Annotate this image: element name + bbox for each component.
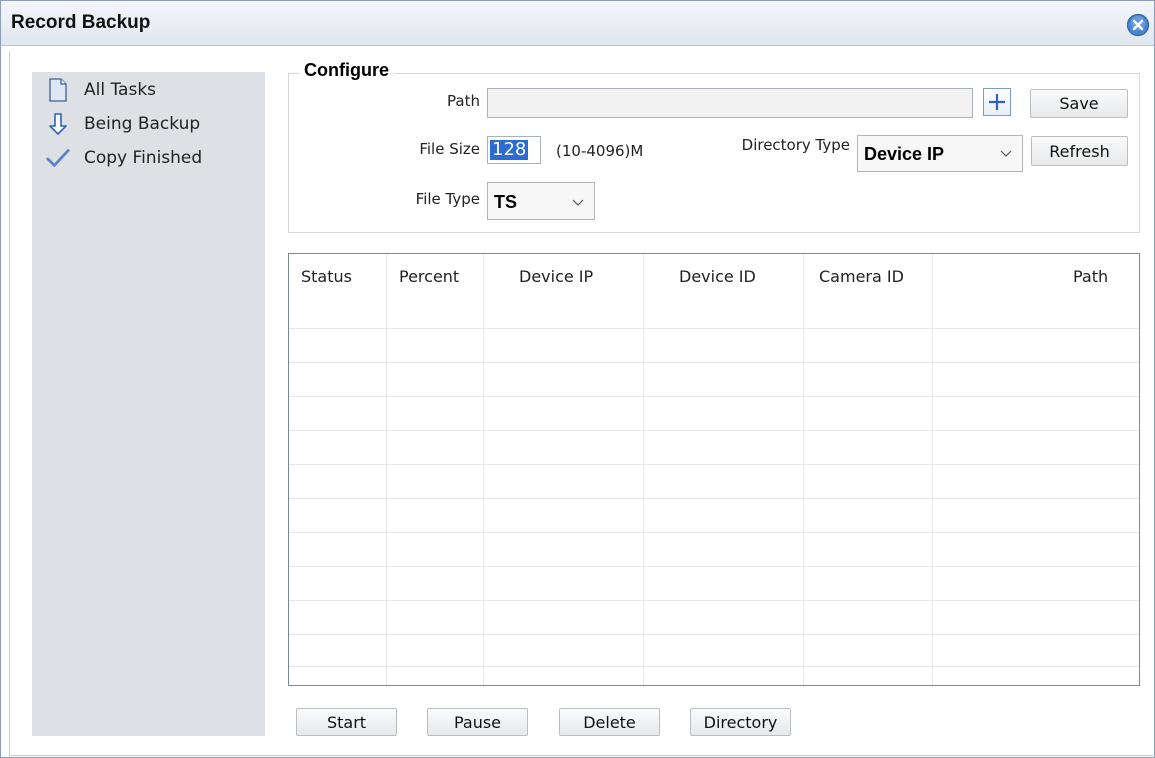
delete-button[interactable]: Delete [559, 708, 660, 736]
column-divider [643, 254, 644, 685]
pause-button[interactable]: Pause [427, 708, 528, 736]
checkmark-icon [46, 146, 70, 170]
column-header-device-id[interactable]: Device ID [679, 267, 756, 286]
task-table[interactable]: Status Percent Device IP Device ID Camer… [288, 253, 1140, 686]
column-header-device-ip[interactable]: Device IP [519, 267, 593, 286]
row-divider [289, 430, 1139, 431]
row-divider [289, 532, 1139, 533]
row-divider [289, 396, 1139, 397]
window-title: Record Backup [11, 12, 151, 33]
row-divider [289, 666, 1139, 667]
path-input[interactable] [487, 88, 973, 118]
document-icon [46, 78, 70, 102]
file-type-select[interactable]: TS [487, 182, 595, 220]
save-button[interactable]: Save [1030, 89, 1128, 118]
directory-type-label: Directory Type [741, 136, 850, 154]
column-divider [803, 254, 804, 685]
chevron-down-icon [572, 199, 584, 206]
plus-icon [989, 94, 1005, 110]
file-size-label: File Size [419, 140, 480, 158]
title-bar[interactable]: Record Backup [1, 1, 1154, 46]
column-divider [483, 254, 484, 685]
file-type-value: TS [494, 192, 518, 212]
chevron-down-icon [1000, 150, 1012, 157]
sidebar-item-label: Copy Finished [84, 148, 203, 168]
sidebar-item-copy-finished[interactable]: Copy Finished [46, 144, 202, 172]
row-divider [289, 328, 1139, 329]
file-size-input[interactable]: 128 [487, 136, 541, 164]
row-divider [289, 600, 1139, 601]
column-divider [386, 254, 387, 685]
column-divider [932, 254, 933, 685]
close-icon[interactable] [1126, 13, 1150, 37]
path-label: Path [447, 92, 480, 110]
file-size-range: (10-4096)M [556, 142, 644, 160]
row-divider [289, 362, 1139, 363]
row-divider [289, 634, 1139, 635]
refresh-button[interactable]: Refresh [1031, 136, 1128, 166]
directory-type-value: Device IP [864, 144, 945, 164]
file-size-value: 128 [490, 139, 529, 160]
sidebar-item-being-backup[interactable]: Being Backup [46, 110, 200, 138]
sidebar-item-label: All Tasks [84, 80, 157, 100]
start-button[interactable]: Start [296, 708, 397, 736]
row-divider [289, 498, 1139, 499]
sidebar-item-label: Being Backup [84, 114, 201, 134]
column-header-path[interactable]: Path [1073, 267, 1108, 286]
configure-legend: Configure [300, 60, 393, 81]
column-header-camera-id[interactable]: Camera ID [819, 267, 904, 286]
file-type-label: File Type [415, 190, 480, 208]
row-divider [289, 566, 1139, 567]
download-arrow-icon [46, 112, 70, 136]
directory-button[interactable]: Directory [690, 708, 791, 736]
column-header-percent[interactable]: Percent [399, 267, 459, 286]
add-path-button[interactable] [983, 88, 1011, 116]
row-divider [289, 464, 1139, 465]
sidebar-item-all-tasks[interactable]: All Tasks [46, 76, 156, 104]
column-header-status[interactable]: Status [301, 267, 352, 286]
directory-type-select[interactable]: Device IP [857, 135, 1023, 172]
